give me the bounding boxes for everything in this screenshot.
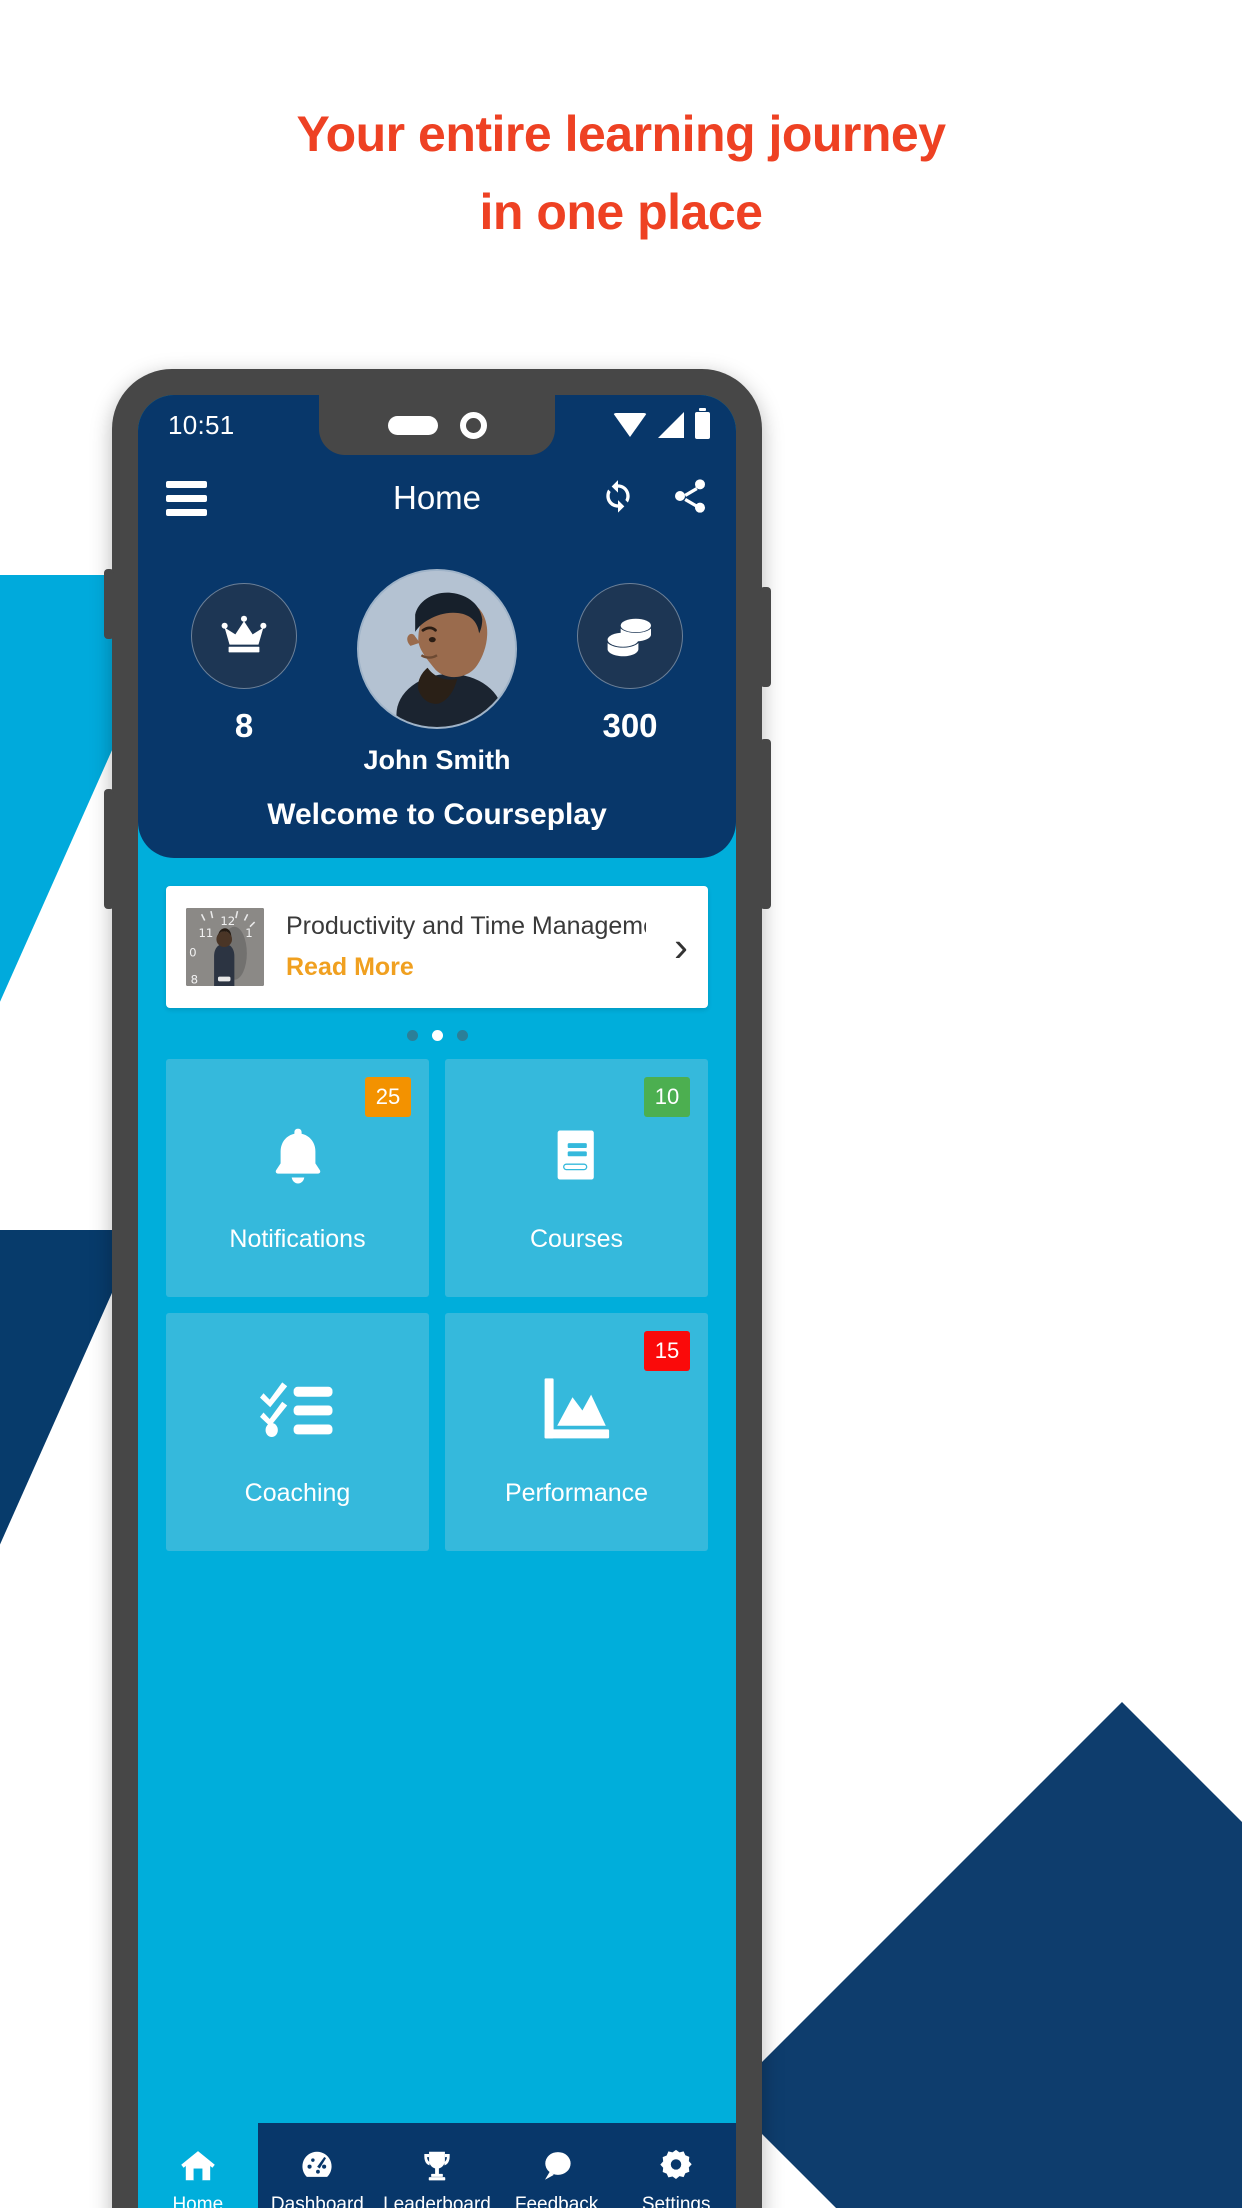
crown-icon — [221, 615, 267, 653]
phone-frame: 10:51 Home 8 John Smith 300 Welcome to C… — [104, 369, 771, 2208]
signal-icon — [658, 412, 684, 438]
tile-performance[interactable]: 15 Performance — [445, 1313, 708, 1551]
svg-text:1: 1 — [245, 926, 252, 940]
phone-button-right-lower — [760, 739, 771, 909]
bell-icon — [262, 1103, 334, 1207]
status-badge: 15 — [644, 1331, 690, 1371]
trophy-icon — [418, 2146, 456, 2186]
status-badge: 25 — [365, 1077, 411, 1117]
nav-item-feedback[interactable]: Feedback — [496, 2123, 617, 2208]
refresh-icon[interactable] — [598, 476, 638, 521]
user-profile-block[interactable]: John Smith — [357, 569, 517, 776]
coins-value: 300 — [602, 707, 658, 744]
svg-text:12: 12 — [220, 914, 235, 928]
checklist-icon — [259, 1357, 336, 1461]
share-icon[interactable] — [670, 476, 710, 521]
nav-item-settings[interactable]: Settings — [616, 2123, 736, 2208]
headline-line-1: Your entire learning journey — [296, 106, 946, 162]
news-card[interactable]: 12 11 1 0 8 Productivity and Time Manage… — [166, 886, 708, 1008]
earpiece-speaker — [387, 415, 438, 435]
nav-label: Home — [172, 2194, 224, 2208]
svg-text:8: 8 — [191, 973, 198, 986]
tile-label: Courses — [529, 1224, 624, 1253]
coins-stat[interactable]: 300 — [569, 583, 691, 745]
area-chart-icon — [541, 1357, 613, 1461]
tile-label: Coaching — [244, 1478, 351, 1507]
battery-icon — [695, 407, 710, 439]
phone-notch — [319, 395, 555, 455]
chevron-right-icon[interactable]: › — [668, 926, 688, 968]
bottom-navigation: Home Dashboard Leaderboard Feedback Sett… — [138, 2123, 736, 2208]
coins-icon — [607, 618, 651, 657]
nav-label: Dashboard — [270, 2194, 364, 2208]
tile-label: Performance — [504, 1478, 649, 1507]
status-icon-group — [613, 407, 710, 439]
phone-button-left-lower — [104, 789, 114, 909]
home-icon — [179, 2146, 217, 2186]
phone-screen: 10:51 Home 8 John Smith 300 Welcome to C… — [138, 395, 736, 2208]
coins-circle — [577, 583, 683, 689]
app-bar-actions — [598, 476, 710, 521]
app-bar: Home — [138, 455, 736, 541]
front-camera-icon — [459, 411, 487, 439]
decorative-navy-corner — [726, 1702, 1242, 2208]
status-badge: 10 — [644, 1077, 690, 1117]
status-time: 10:51 — [168, 409, 235, 440]
nav-item-dashboard[interactable]: Dashboard — [257, 2123, 378, 2208]
rank-value: 8 — [234, 707, 254, 744]
feature-tile-grid: 25 Notifications 10 Courses Coaching 15 … — [166, 1059, 708, 1551]
headline-line-2: in one place — [479, 183, 763, 240]
phone-button-left-upper — [104, 569, 114, 639]
svg-text:0: 0 — [189, 945, 196, 959]
gear-icon — [657, 2146, 695, 2186]
phone-button-right-upper — [760, 587, 771, 687]
carousel-dots — [166, 1030, 708, 1041]
avatar — [357, 569, 517, 729]
user-name: John Smith — [363, 745, 511, 775]
carousel-dot[interactable] — [456, 1030, 468, 1041]
carousel-dot-active[interactable] — [431, 1030, 443, 1041]
content-area: 12 11 1 0 8 Productivity and Time Manage… — [138, 858, 736, 1551]
wifi-icon — [613, 413, 647, 437]
hero-section: 10:51 Home 8 John Smith 300 Welcome to C… — [138, 395, 736, 858]
rank-stat[interactable]: 8 — [183, 583, 305, 745]
hamburger-menu-icon[interactable] — [166, 480, 207, 516]
speedometer-icon — [298, 2146, 336, 2186]
tile-label: Notifications — [229, 1224, 366, 1253]
chat-bubble-icon — [538, 2146, 576, 2186]
carousel-dot[interactable] — [406, 1030, 418, 1041]
news-thumbnail: 12 11 1 0 8 — [186, 908, 264, 986]
promo-headline: Your entire learning journey in one plac… — [0, 96, 1242, 251]
svg-text:11: 11 — [198, 926, 213, 940]
news-title: Productivity and Time Management.. — [286, 912, 646, 940]
profile-stats-row: 8 John Smith 300 — [138, 569, 736, 776]
promo-screenshot: Your entire learning journey in one plac… — [0, 0, 1242, 2208]
nav-item-home[interactable]: Home — [138, 2123, 258, 2208]
tile-coaching[interactable]: Coaching — [166, 1313, 429, 1551]
rank-circle — [191, 583, 297, 689]
welcome-message: Welcome to Courseplay — [267, 798, 607, 831]
read-more-link[interactable]: Read More — [286, 953, 646, 982]
nav-label: Feedback — [514, 2194, 599, 2208]
book-icon — [546, 1103, 608, 1207]
nav-label: Leaderboard — [383, 2194, 491, 2208]
nav-item-leaderboard[interactable]: Leaderboard — [377, 2123, 497, 2208]
news-text-block: Productivity and Time Management.. Read … — [286, 912, 646, 982]
nav-label: Settings — [641, 2194, 711, 2208]
tile-courses[interactable]: 10 Courses — [445, 1059, 708, 1297]
tile-notifications[interactable]: 25 Notifications — [166, 1059, 429, 1297]
